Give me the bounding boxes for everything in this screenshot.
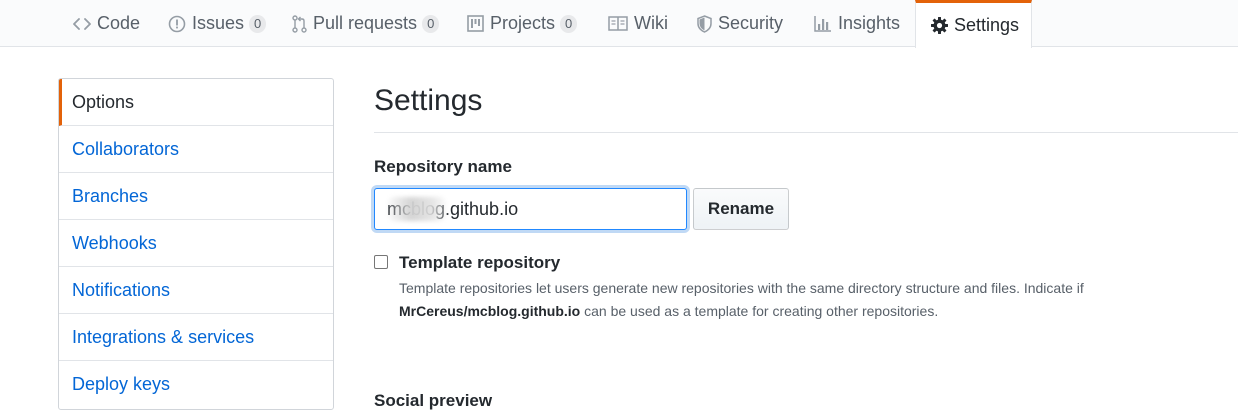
description-text-end: can be used as a template for creating o…	[584, 303, 939, 319]
sidebar-item-label: Integrations & services	[72, 326, 255, 347]
sidebar-item-label: Deploy keys	[72, 374, 171, 394]
title-divider	[374, 132, 1238, 133]
tab-issues[interactable]: Issues 0	[168, 0, 267, 47]
rename-button[interactable]: Rename	[693, 188, 789, 230]
issues-counter: 0	[249, 14, 267, 33]
tab-insights[interactable]: Insights	[814, 0, 900, 47]
tab-settings[interactable]: Settings	[915, 0, 1032, 48]
project-icon	[467, 15, 484, 32]
social-preview-heading: Social preview	[374, 391, 493, 410]
sidebar-item-options[interactable]: Options	[59, 79, 333, 126]
sidebar-item-label: Collaborators	[72, 138, 180, 159]
repository-name-label: Repository name	[374, 157, 512, 176]
tab-label: Security	[718, 13, 784, 33]
issue-icon	[168, 15, 186, 33]
tab-label: Issues	[192, 13, 245, 33]
tab-label: Wiki	[634, 13, 668, 33]
sidebar-item-label: Notifications	[72, 279, 171, 300]
page-title: Settings	[374, 84, 483, 117]
repo-full-name: MrCereus/mcblog.github.io	[399, 303, 581, 319]
template-repository-label[interactable]: Template repository	[399, 253, 560, 273]
projects-counter: 0	[560, 14, 578, 33]
settings-sidebar: Options Collaborators Branches Webhooks …	[58, 78, 334, 410]
sidebar-item-label: Options	[72, 91, 135, 112]
sidebar-item-collaborators[interactable]: Collaborators	[59, 126, 333, 173]
tab-wiki[interactable]: Wiki	[608, 0, 668, 47]
shield-icon	[697, 14, 712, 33]
tab-label: Settings	[954, 15, 1020, 35]
tab-security[interactable]: Security	[697, 0, 783, 47]
repo-navigation: Code Issues 0 Pull requests 0 Projects 0…	[0, 0, 1238, 48]
sidebar-item-deploy-keys[interactable]: Deploy keys	[59, 361, 333, 408]
description-text: Template repositories let users generate…	[399, 280, 1084, 296]
tab-label: Insights	[838, 13, 901, 33]
gear-icon	[931, 17, 948, 34]
code-icon	[73, 17, 91, 31]
sidebar-item-webhooks[interactable]: Webhooks	[59, 220, 333, 267]
sidebar-item-branches[interactable]: Branches	[59, 173, 333, 220]
sidebar-item-label: Branches	[72, 185, 149, 206]
tab-pull-requests[interactable]: Pull requests 0	[292, 0, 440, 47]
book-icon	[608, 16, 628, 31]
repository-name-input[interactable]	[374, 188, 687, 230]
template-repository-description: Template repositories let users generate…	[399, 277, 1199, 323]
template-repository-checkbox[interactable]	[374, 255, 388, 269]
graph-icon	[814, 15, 832, 32]
tab-label: Pull requests	[313, 13, 418, 33]
pull-requests-counter: 0	[422, 14, 440, 33]
tab-label: Projects	[490, 13, 556, 33]
sidebar-item-label: Webhooks	[72, 232, 157, 253]
tab-code[interactable]: Code	[73, 0, 140, 47]
pull-request-icon	[292, 14, 307, 33]
sidebar-item-integrations[interactable]: Integrations & services	[59, 314, 333, 361]
tab-label: Code	[97, 13, 141, 33]
sidebar-item-notifications[interactable]: Notifications	[59, 267, 333, 314]
tab-projects[interactable]: Projects 0	[467, 0, 578, 47]
